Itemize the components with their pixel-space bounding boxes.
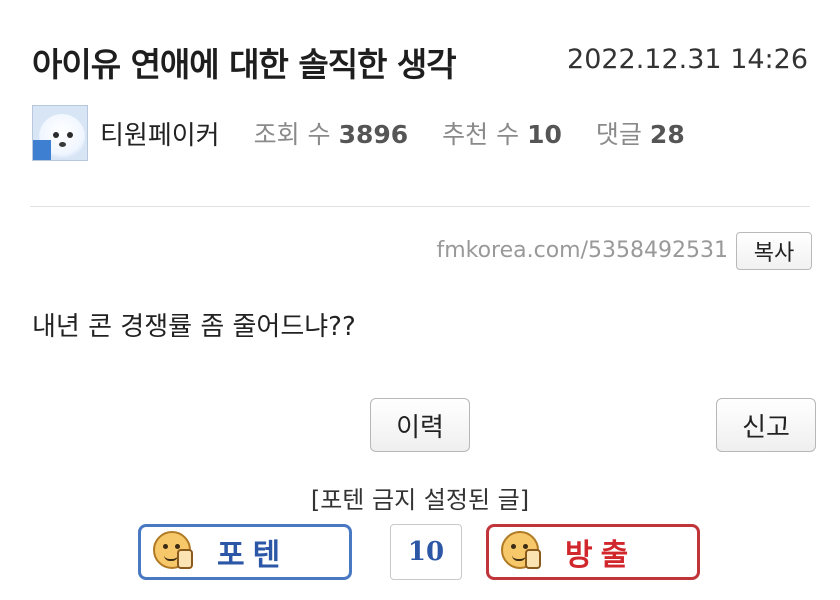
thumbs-down-emoji-icon [501,531,543,573]
view-count-value: 3896 [338,120,409,149]
view-count: 조회 수 3896 [254,115,409,151]
upvote-label: 포텐 [217,538,289,573]
post-body: 내년 콘 경쟁률 좀 줄어드냐?? [32,312,356,342]
upvote-button[interactable]: 포텐 [138,524,352,580]
polar-bear-avatar-icon[interactable] [32,105,88,161]
recommend-count-value: 10 [527,120,562,149]
view-count-label: 조회 수 [253,120,331,149]
downvote-button[interactable]: 방출 [486,524,700,580]
recommend-count: 추천 수 10 [442,115,562,151]
report-button[interactable]: 신고 [716,398,816,452]
post-title: 아이유 연애에 대한 솔직한 생각 [32,45,457,84]
poten-ban-notice: [포텐 금지 설정된 글] [310,486,530,514]
comment-count-value: 28 [649,120,685,149]
thumbs-up-emoji-icon [153,531,195,573]
author-name[interactable]: 티원페이커 [100,115,220,152]
post-url[interactable]: fmkorea.com/5358492531 [436,238,728,263]
header-divider [30,206,810,207]
recommend-count-label: 추천 수 [442,120,520,149]
vote-count: 10 [390,524,462,580]
comment-count: 댓글 28 [596,115,685,151]
post-meta: 티원페이커 조회 수 3896 추천 수 10 댓글 28 [32,104,685,162]
comment-count-label: 댓글 [595,120,642,149]
copy-url-button[interactable]: 복사 [736,232,812,270]
history-button[interactable]: 이력 [370,398,470,452]
downvote-label: 방출 [565,538,637,573]
post-datetime: 2022.12.31 14:26 [567,44,808,75]
